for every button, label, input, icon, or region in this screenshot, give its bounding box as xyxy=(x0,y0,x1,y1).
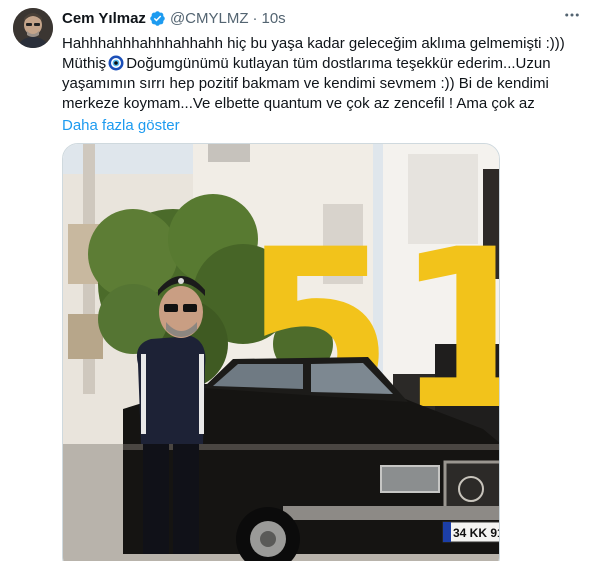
tweet-text-line-2: Müthiş Doğumgünümü kutlayan tüm dostlarım… xyxy=(62,54,551,74)
tweet-text-line-2-prefix: Müthiş xyxy=(62,55,107,72)
show-more-link[interactable]: Daha fazla göster xyxy=(62,116,532,136)
tweet-text-line-1: Hahhhahhhahhhahhahh hiç bu yaşa kadar ge… xyxy=(62,35,565,52)
author-name[interactable]: Cem Yılmaz xyxy=(62,10,146,27)
license-plate-text: 34 KK 912 xyxy=(453,526,500,540)
nazar-boncugu-icon xyxy=(108,55,124,71)
tweet-text-line-2-rest: Doğumgünümü kutlayan tüm dostlarıma teşe… xyxy=(126,55,551,72)
tweet-timestamp[interactable]: 10s xyxy=(262,10,286,27)
tweet-header: Cem Yılmaz @CMYLMZ · 10s xyxy=(62,6,582,30)
author-avatar[interactable] xyxy=(13,8,53,48)
tweet-text-line-4: merkeze koymam...Ve elbette quantum ve ç… xyxy=(62,95,535,112)
tweet-text-line-3: yaşamımın sırrı hep pozitif bakmam ve ke… xyxy=(62,75,549,92)
header-separator: · xyxy=(252,9,258,27)
tweet-photo[interactable]: 51 34 KK 912 xyxy=(62,143,500,561)
tweet-card[interactable]: Cem Yılmaz @CMYLMZ · 10s Hahhhahhhahhhah… xyxy=(0,0,598,561)
more-options-icon[interactable] xyxy=(558,4,586,26)
tweet-text: Hahhhahhhahhhahhahh hiç bu yaşa kadar ge… xyxy=(62,34,565,136)
tweet-content: Cem Yılmaz @CMYLMZ · 10s Hahhhahhhahhhah… xyxy=(62,6,582,136)
author-handle[interactable]: @CMYLMZ xyxy=(170,10,249,27)
verified-badge-icon xyxy=(149,10,166,27)
